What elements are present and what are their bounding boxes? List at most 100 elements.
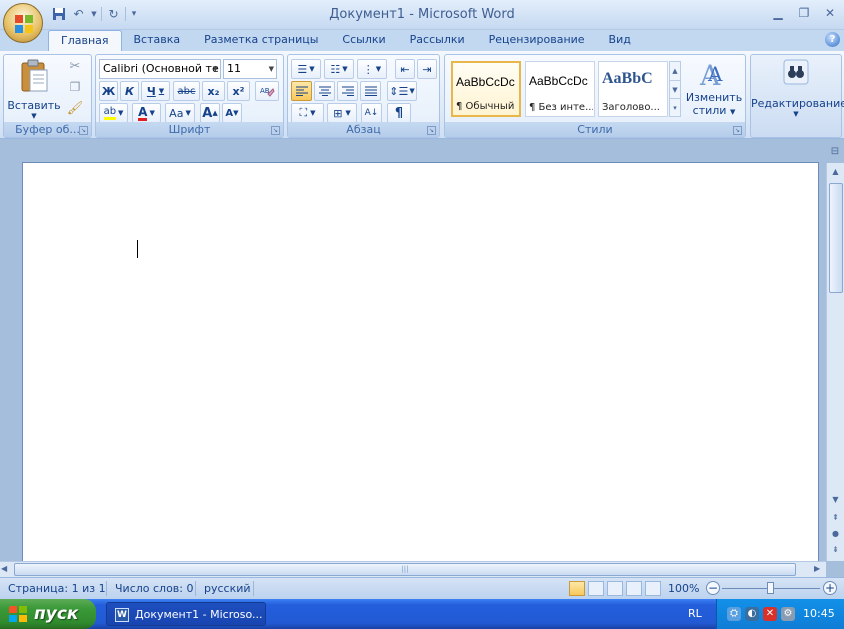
tab-page-layout[interactable]: Разметка страницы (192, 30, 330, 51)
paragraph-launcher[interactable]: ↘ (427, 126, 436, 135)
styles-scroll-down[interactable]: ▼ (670, 80, 680, 98)
view-ruler-button[interactable]: ⊟ (826, 146, 844, 162)
scroll-right-button[interactable]: ▶ (814, 564, 820, 573)
tab-mailings[interactable]: Рассылки (398, 30, 477, 51)
previous-page-button[interactable]: ⇞ (827, 511, 844, 525)
align-right-button[interactable] (337, 81, 358, 101)
close-button[interactable]: ✕ (820, 4, 840, 22)
numbering-button[interactable]: ☷ ▼ (324, 59, 354, 79)
zoom-level[interactable]: 100% (668, 582, 699, 595)
tab-home[interactable]: Главная (48, 30, 122, 51)
copy-button[interactable]: ❐ (66, 80, 84, 98)
styles-more-button[interactable]: ▾ (670, 98, 680, 116)
input-language-indicator[interactable]: RL (688, 607, 702, 620)
dialog-launcher-icon: ↘ (734, 127, 741, 134)
change-styles-button[interactable]: A A Изменить стили ▼ (685, 57, 743, 119)
format-painter-button[interactable]: 🖌 (66, 101, 84, 119)
style-no-spacing[interactable]: AaBbCcDc ¶ Без инте... (525, 61, 595, 117)
help-button[interactable]: ? (825, 32, 840, 47)
scroll-up-button[interactable]: ▲ (827, 165, 844, 179)
bullets-button[interactable]: ☰ ▼ (291, 59, 321, 79)
subscript-button[interactable]: x₂ (202, 81, 225, 101)
styles-scroll-up[interactable]: ▲ (670, 62, 680, 80)
chevron-down-icon: ▼ (158, 87, 165, 95)
tab-review[interactable]: Рецензирование (477, 30, 597, 51)
strikethrough-button[interactable]: abc (173, 81, 200, 101)
style-normal[interactable]: AaBbCcDc ¶ Обычный (451, 61, 521, 117)
view-outline-button[interactable] (626, 581, 642, 596)
multilevel-list-button[interactable]: ⋮ ▼ (357, 59, 387, 79)
horizontal-scrollbar[interactable]: ◀ ||| ▶ (0, 561, 826, 577)
decrease-indent-button[interactable]: ⇤ (395, 59, 415, 79)
zoom-in-button[interactable]: + (823, 581, 837, 595)
horizontal-scroll-thumb[interactable]: ||| (14, 563, 796, 576)
shrink-font-button[interactable]: A ▼ (222, 103, 242, 123)
borders-button[interactable]: ⊞ ▼ (327, 103, 357, 123)
editing-button[interactable]: Редактирование ▼ (751, 57, 844, 119)
tab-references[interactable]: Ссылки (330, 30, 397, 51)
style-name: ¶ Без инте... (529, 102, 593, 113)
superscript-button[interactable]: x² (227, 81, 250, 101)
scroll-down-button[interactable]: ▼ (827, 493, 844, 507)
word-count-status[interactable]: Число слов: 0 (115, 582, 194, 595)
bold-button[interactable]: Ж (99, 81, 118, 101)
view-draft-button[interactable] (645, 581, 661, 596)
justify-button[interactable] (360, 81, 381, 101)
styles-group-label: Стили (445, 122, 745, 137)
font-group: Calibri (Основной те ▼ 11 ▼ Ж К Ч ▼ abc x… (95, 54, 284, 138)
start-button[interactable]: пуск (0, 599, 96, 629)
zoom-slider-thumb[interactable] (767, 582, 774, 594)
tab-view[interactable]: Вид (597, 30, 643, 51)
clock[interactable]: 10:45 (803, 607, 835, 620)
view-full-screen-button[interactable] (588, 581, 604, 596)
align-center-button[interactable] (314, 81, 335, 101)
document-page[interactable] (22, 162, 819, 562)
border-grid-icon: ⊞ (333, 106, 343, 120)
sort-button[interactable]: A↓ (361, 103, 382, 123)
style-heading-1[interactable]: AaBbC Заголово... (598, 61, 668, 117)
increase-indent-button[interactable]: ⇥ (417, 59, 437, 79)
tray-app-icon[interactable]: ⚙ (781, 607, 795, 621)
show-formatting-button[interactable]: ¶ (387, 103, 411, 123)
volume-icon[interactable]: ◐ (745, 607, 759, 621)
font-color-button[interactable]: A ▼ (132, 103, 161, 123)
font-size-combo[interactable]: 11 ▼ (223, 59, 277, 79)
zoom-out-button[interactable]: − (706, 581, 720, 595)
tab-insert[interactable]: Вставка (122, 30, 193, 51)
page-count-status[interactable]: Страница: 1 из 1 (8, 582, 106, 595)
shading-button[interactable]: ⛶ ▼ (291, 103, 324, 123)
next-page-button[interactable]: ⇟ (827, 543, 844, 557)
office-logo-icon (15, 15, 33, 33)
italic-button[interactable]: К (120, 81, 139, 101)
cut-button[interactable]: ✂ (66, 59, 84, 77)
language-status[interactable]: русский (204, 582, 251, 595)
font-name-combo[interactable]: Calibri (Основной те ▼ (99, 59, 221, 79)
vertical-scroll-thumb[interactable] (829, 183, 843, 293)
vertical-scrollbar[interactable]: ▲ ▼ ⇞ ● ⇟ (826, 163, 844, 561)
dialog-launcher-icon: ↘ (272, 127, 279, 134)
clear-formatting-button[interactable]: AB (255, 81, 279, 101)
antivirus-icon[interactable]: ✕ (763, 607, 777, 621)
minimize-button[interactable]: ▁ (768, 4, 788, 22)
align-left-button[interactable] (291, 81, 312, 101)
taskbar-word-document[interactable]: W Документ1 - Microso... (106, 602, 266, 626)
paste-button[interactable]: Вставить ▼ (6, 57, 62, 120)
view-web-layout-button[interactable] (607, 581, 623, 596)
double-down-icon: ⇟ (832, 545, 839, 554)
clipboard-launcher[interactable]: ↘ (79, 126, 88, 135)
styles-launcher[interactable]: ↘ (733, 126, 742, 135)
window-controls: ▁ ❐ ✕ (768, 4, 840, 22)
restore-button[interactable]: ❐ (794, 4, 814, 22)
line-spacing-button[interactable]: ⇕☰ ▼ (387, 81, 417, 101)
change-case-button[interactable]: Aa ▼ (165, 103, 195, 123)
scroll-left-button[interactable]: ◀ (1, 564, 7, 573)
font-launcher[interactable]: ↘ (271, 126, 280, 135)
view-print-layout-button[interactable] (569, 581, 585, 596)
select-browse-object-button[interactable]: ● (827, 527, 844, 541)
network-icon[interactable]: ⛭ (727, 607, 741, 621)
underline-button[interactable]: Ч ▼ (141, 81, 170, 101)
grow-font-button[interactable]: A ▲ (200, 103, 220, 123)
office-button[interactable] (3, 3, 43, 43)
justify-icon (364, 86, 377, 96)
highlight-button[interactable]: ab ▼ (99, 103, 128, 123)
